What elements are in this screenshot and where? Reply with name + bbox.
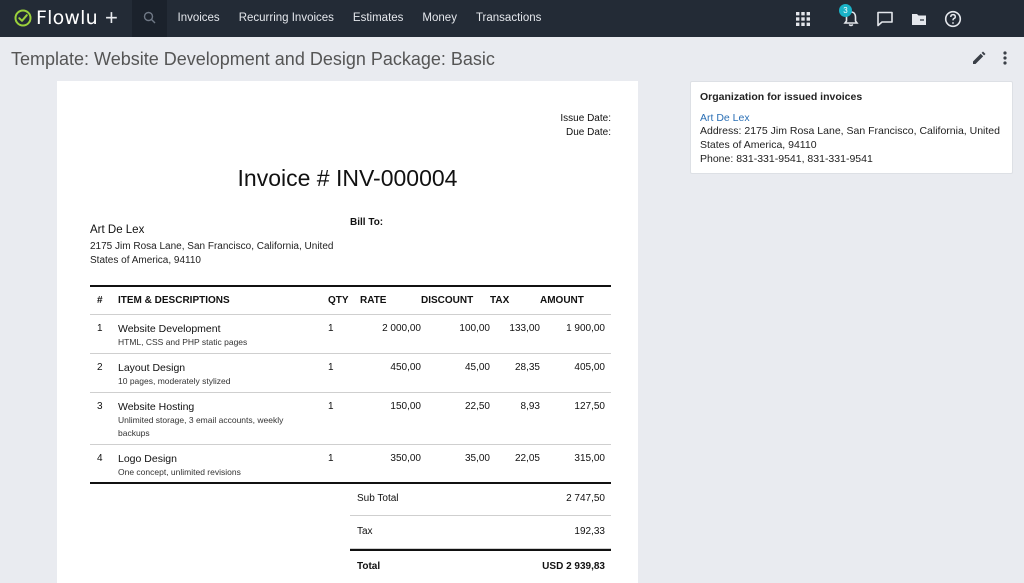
item-description: One concept, unlimited revisions bbox=[118, 466, 241, 477]
item-qty: 1 bbox=[328, 444, 360, 484]
item-discount: 35,00 bbox=[421, 444, 490, 484]
nav-invoices[interactable]: Invoices bbox=[168, 0, 229, 37]
total-row: Total USD 2 939,83 bbox=[350, 549, 611, 582]
item-rate: 2 000,00 bbox=[360, 314, 421, 354]
add-icon[interactable]: + bbox=[105, 6, 118, 30]
invoice-title: Invoice # INV-000004 bbox=[237, 165, 458, 191]
tax-label: Tax bbox=[357, 526, 373, 537]
tax-value: 192,33 bbox=[574, 526, 605, 537]
invoice-preview: Issue Date: Due Date: Invoice # INV-0000… bbox=[57, 81, 638, 583]
help-icon[interactable] bbox=[943, 9, 963, 29]
subtotal-value: 2 747,50 bbox=[566, 493, 605, 504]
tax-row: Tax 192,33 bbox=[350, 516, 611, 549]
col-discount: DISCOUNT bbox=[421, 285, 490, 315]
item-rate: 350,00 bbox=[360, 444, 421, 484]
total-label: Total bbox=[357, 561, 381, 572]
col-amount: AMOUNT bbox=[540, 285, 611, 315]
issuer-name: Art De Lex bbox=[90, 224, 145, 236]
item-amount: 315,00 bbox=[540, 444, 611, 484]
invoice-dates: Issue Date: Due Date: bbox=[560, 112, 611, 140]
item-tax: 28,35 bbox=[490, 353, 540, 393]
app-name: Flowlu bbox=[36, 7, 98, 29]
folder-icon[interactable] bbox=[909, 9, 929, 29]
item-amount: 127,50 bbox=[540, 392, 611, 445]
search-button[interactable] bbox=[132, 0, 167, 37]
more-vertical-icon[interactable] bbox=[1000, 49, 1010, 67]
table-row: 3 Website Hosting Unlimited storage, 3 em… bbox=[90, 392, 611, 445]
item-amount: 1 900,00 bbox=[540, 314, 611, 354]
item-tax: 8,93 bbox=[490, 392, 540, 445]
panel-title: Organization for issued invoices bbox=[700, 91, 863, 103]
row-num: 4 bbox=[90, 444, 118, 484]
total-value: USD 2 939,83 bbox=[542, 561, 605, 572]
issue-date-label: Issue Date: bbox=[560, 113, 611, 124]
item-name: Website Hosting bbox=[118, 400, 195, 413]
item-discount: 45,00 bbox=[421, 353, 490, 393]
apps-grid-icon[interactable] bbox=[793, 9, 813, 29]
item-tax: 22,05 bbox=[490, 444, 540, 484]
table-row: 4 Logo Design One concept, unlimited revi… bbox=[90, 444, 611, 484]
main-nav: Invoices Recurring Invoices Estimates Mo… bbox=[168, 0, 551, 37]
table-header: # ITEM & DESCRIPTIONS QTY RATE DISCOUNT … bbox=[90, 285, 611, 315]
item-name: Layout Design bbox=[118, 361, 186, 374]
col-item: ITEM & DESCRIPTIONS bbox=[118, 285, 328, 315]
col-rate: RATE bbox=[360, 285, 421, 315]
nav-transactions[interactable]: Transactions bbox=[466, 0, 550, 37]
item-name: Website Development bbox=[118, 322, 221, 335]
invoice-items-table: # ITEM & DESCRIPTIONS QTY RATE DISCOUNT … bbox=[90, 285, 611, 484]
item-rate: 150,00 bbox=[360, 392, 421, 445]
table-row: 2 Layout Design 10 pages, moderately styl… bbox=[90, 353, 611, 393]
check-circle-icon bbox=[14, 9, 32, 27]
item-discount: 22,50 bbox=[421, 392, 490, 445]
item-qty: 1 bbox=[328, 353, 360, 393]
item-description: Unlimited storage, 3 email accounts, wee… bbox=[118, 414, 284, 438]
subtotal-label: Sub Total bbox=[357, 493, 399, 504]
nav-money[interactable]: Money bbox=[413, 0, 467, 37]
col-qty: QTY bbox=[328, 285, 360, 315]
issuer-address: 2175 Jim Rosa Lane, San Francisco, Calif… bbox=[90, 241, 334, 266]
chat-icon[interactable] bbox=[875, 9, 895, 29]
subtotal-row: Sub Total 2 747,50 bbox=[350, 483, 611, 516]
item-name: Logo Design bbox=[118, 452, 177, 465]
item-description: 10 pages, moderately stylized bbox=[118, 375, 231, 386]
item-tax: 133,00 bbox=[490, 314, 540, 354]
due-date-label: Due Date: bbox=[565, 127, 611, 138]
item-rate: 450,00 bbox=[360, 353, 421, 393]
row-num: 1 bbox=[90, 314, 118, 354]
app-logo[interactable]: Flowlu bbox=[14, 7, 98, 29]
page-title: Template: Website Development and Design… bbox=[11, 49, 495, 69]
item-discount: 100,00 bbox=[421, 314, 490, 354]
invoice-totals: Sub Total 2 747,50 Tax 192,33 Total USD … bbox=[350, 483, 611, 582]
organization-address: Address: 2175 Jim Rosa Lane, San Francis… bbox=[700, 125, 1000, 151]
col-num: # bbox=[90, 285, 118, 315]
organization-link[interactable]: Art De Lex bbox=[700, 112, 1003, 124]
edit-icon[interactable] bbox=[970, 49, 988, 67]
table-row: 1 Website Development HTML, CSS and PHP s… bbox=[90, 314, 611, 354]
item-qty: 1 bbox=[328, 392, 360, 445]
search-icon bbox=[143, 11, 156, 24]
item-amount: 405,00 bbox=[540, 353, 611, 393]
bill-to-label: Bill To: bbox=[350, 217, 384, 228]
col-tax: TAX bbox=[490, 285, 540, 315]
item-qty: 1 bbox=[328, 314, 360, 354]
notification-badge: 3 bbox=[839, 4, 852, 17]
row-num: 3 bbox=[90, 392, 118, 445]
issuer-block: Art De Lex 2175 Jim Rosa Lane, San Franc… bbox=[90, 224, 340, 268]
top-navbar: Flowlu + Invoices Recurring Invoices Est… bbox=[0, 0, 1024, 37]
item-description: HTML, CSS and PHP static pages bbox=[118, 336, 248, 347]
nav-recurring-invoices[interactable]: Recurring Invoices bbox=[229, 0, 343, 37]
nav-estimates[interactable]: Estimates bbox=[343, 0, 413, 37]
organization-panel: Organization for issued invoices Art De … bbox=[690, 81, 1013, 174]
row-num: 2 bbox=[90, 353, 118, 393]
organization-phone: Phone: 831-331-9541, 831-331-9541 bbox=[700, 153, 873, 165]
